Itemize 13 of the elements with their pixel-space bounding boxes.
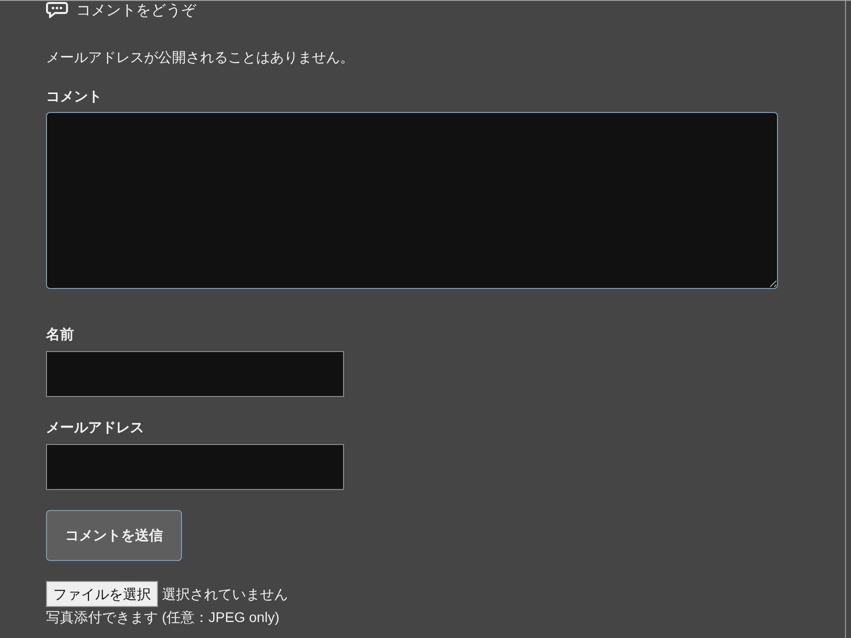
field-label: 名前 [46, 325, 75, 344]
field-label: メールアドレス [46, 418, 145, 437]
choose-file-button[interactable]: ファイルを選択 [46, 581, 158, 607]
text-field[interactable] [46, 351, 344, 397]
file-status: 選択されていません [162, 584, 288, 604]
field-label: コメント [46, 87, 103, 106]
section-heading: コメントをどうぞ [76, 2, 196, 18]
attachment-hint: 写真添付できます (任意：JPEG only) [46, 608, 280, 627]
speech-bubble-icon [46, 2, 68, 18]
comment-field[interactable] [46, 112, 778, 289]
text-field[interactable] [46, 444, 344, 490]
submit-button[interactable]: コメントを送信 [46, 510, 182, 561]
privacy-note: メールアドレスが公開されることはありません。 [46, 48, 355, 67]
